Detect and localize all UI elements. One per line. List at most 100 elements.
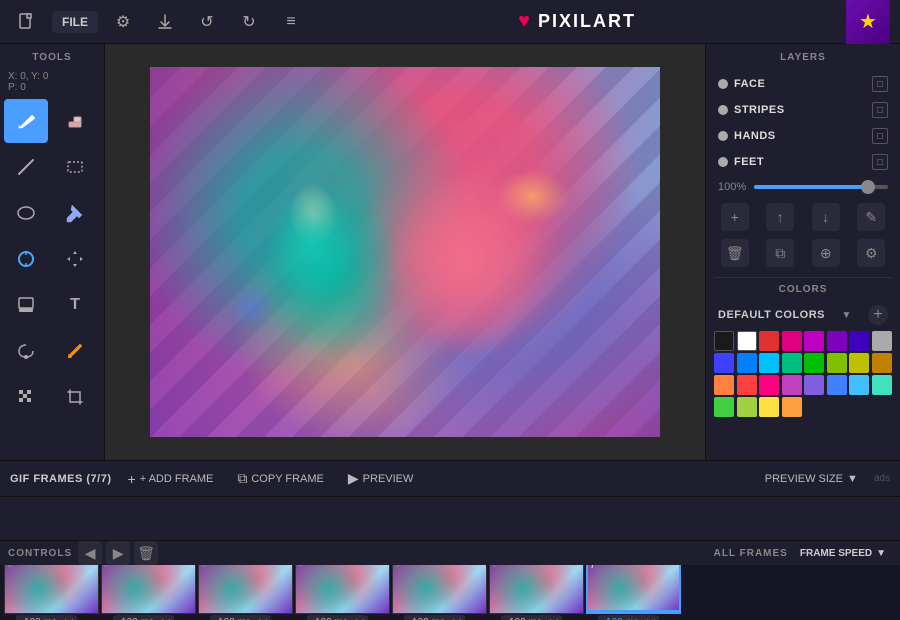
stamp-tool[interactable] bbox=[4, 283, 48, 327]
frame-thumb-6[interactable]: 6 100 ms ▼ bbox=[489, 565, 584, 620]
rect-select-tool[interactable] bbox=[53, 145, 97, 189]
pencil-tool[interactable] bbox=[4, 99, 48, 143]
swatch-teal[interactable] bbox=[782, 353, 802, 373]
frame-thumb-7[interactable]: 7 100 ms ▼ bbox=[586, 565, 681, 620]
colors-title: COLORS bbox=[714, 284, 892, 295]
ellipse-tool[interactable] bbox=[4, 191, 48, 235]
opacity-slider[interactable] bbox=[754, 185, 888, 189]
layer-merge-btn[interactable]: ⊕ bbox=[812, 239, 840, 267]
swatch-yellow-lime[interactable] bbox=[737, 397, 757, 417]
copy-frame-button[interactable]: ⧉ COPY FRAME bbox=[229, 467, 332, 490]
prev-frame-btn[interactable]: ◀ bbox=[78, 541, 102, 565]
add-frame-button[interactable]: + + ADD FRAME bbox=[120, 468, 222, 490]
swatch-magenta[interactable] bbox=[804, 331, 824, 351]
next-frame-btn[interactable]: ▶ bbox=[106, 541, 130, 565]
colors-chevron[interactable]: ▼ bbox=[842, 310, 852, 321]
opacity-label: 100% bbox=[718, 181, 748, 193]
swatch-cyan[interactable] bbox=[759, 353, 779, 373]
frame-thumb-5[interactable]: 5 100 ms ▼ bbox=[392, 565, 487, 620]
layer-dot bbox=[718, 131, 728, 141]
layer-feet[interactable]: FEET □ bbox=[714, 149, 892, 175]
swatch-hot-pink[interactable] bbox=[759, 375, 779, 395]
swatch-black[interactable] bbox=[714, 331, 734, 351]
layer-delete-btn[interactable]: 🗑 bbox=[721, 239, 749, 267]
swatch-light-blue[interactable] bbox=[737, 353, 757, 373]
frame-speed-btn[interactable]: FRAME SPEED ▼ bbox=[794, 546, 892, 561]
swatch-yellow[interactable] bbox=[849, 353, 869, 373]
swatch-lime[interactable] bbox=[714, 397, 734, 417]
layer-settings-btn[interactable]: ⚙ bbox=[857, 239, 885, 267]
layer-visibility-face[interactable]: □ bbox=[872, 76, 888, 92]
swatch-lavender[interactable] bbox=[782, 375, 802, 395]
swatch-yellow-green[interactable] bbox=[827, 353, 847, 373]
preview-button[interactable]: ▶ PREVIEW bbox=[340, 467, 422, 490]
swatch-green[interactable] bbox=[804, 353, 824, 373]
layer-stripes[interactable]: STRIPES □ bbox=[714, 97, 892, 123]
crop-tool[interactable] bbox=[53, 375, 97, 419]
layers-title: LAYERS bbox=[714, 52, 892, 63]
preview-size-button[interactable]: PREVIEW SIZE ▼ bbox=[757, 470, 866, 488]
swatch-mint[interactable] bbox=[872, 375, 892, 395]
canvas-area[interactable] bbox=[105, 44, 705, 460]
frame-time-select-3[interactable]: 100 ms bbox=[210, 615, 271, 620]
eraser-tool[interactable] bbox=[53, 99, 97, 143]
layer-add-btn[interactable]: + bbox=[721, 203, 749, 231]
fill-tool[interactable] bbox=[53, 191, 97, 235]
layer-up-btn[interactable]: ↑ bbox=[766, 203, 794, 231]
swatch-purple[interactable] bbox=[827, 331, 847, 351]
frame-time-select-2[interactable]: 100 ms bbox=[113, 615, 174, 620]
download-icon[interactable] bbox=[148, 5, 182, 39]
delete-frame-btn[interactable]: 🗑 bbox=[134, 541, 158, 565]
frame-time-select-5[interactable]: 100 ms bbox=[404, 615, 465, 620]
brush-tool[interactable] bbox=[53, 329, 97, 373]
frame-thumb-3[interactable]: 3 100 ms ▼ bbox=[198, 565, 293, 620]
swatch-light-cyan[interactable] bbox=[849, 375, 869, 395]
swatch-peach[interactable] bbox=[782, 397, 802, 417]
layer-dot bbox=[718, 157, 728, 167]
undo-icon[interactable]: ↺ bbox=[190, 5, 224, 39]
frame-time-select-1[interactable]: 100 ms bbox=[16, 615, 77, 620]
swatch-gold[interactable] bbox=[759, 397, 779, 417]
file-button[interactable]: FILE bbox=[52, 11, 98, 33]
frame-time-select-4[interactable]: 100 ms bbox=[307, 615, 368, 620]
swatch-dark-purple[interactable] bbox=[849, 331, 869, 351]
swatch-sky[interactable] bbox=[827, 375, 847, 395]
layer-edit-btn[interactable]: ✎ bbox=[857, 203, 885, 231]
swatch-pink[interactable] bbox=[782, 331, 802, 351]
color-picker-tool[interactable] bbox=[4, 237, 48, 281]
layer-face[interactable]: FACE □ bbox=[714, 71, 892, 97]
swatch-orange[interactable] bbox=[714, 375, 734, 395]
add-color-btn[interactable]: + bbox=[868, 305, 888, 325]
line-tool[interactable] bbox=[4, 145, 48, 189]
layer-visibility-stripes[interactable]: □ bbox=[872, 102, 888, 118]
swatch-orange-brown[interactable] bbox=[872, 353, 892, 373]
layer-down-btn[interactable]: ↓ bbox=[812, 203, 840, 231]
move-tool[interactable] bbox=[53, 237, 97, 281]
layer-hands[interactable]: HANDS □ bbox=[714, 123, 892, 149]
settings-icon[interactable]: ⚙ bbox=[106, 5, 140, 39]
frame-num-6: 6 bbox=[492, 565, 497, 569]
layer-visibility-feet[interactable]: □ bbox=[872, 154, 888, 170]
canvas[interactable] bbox=[150, 67, 660, 437]
frame-time-select-7[interactable]: 100 ms bbox=[598, 615, 659, 620]
layer-visibility-hands[interactable]: □ bbox=[872, 128, 888, 144]
frame-thumb-4[interactable]: 4 100 ms ▼ bbox=[295, 565, 390, 620]
layer-copy-btn[interactable]: ⧉ bbox=[766, 239, 794, 267]
swatch-blue[interactable] bbox=[714, 353, 734, 373]
frame-thumb-2[interactable]: 2 100 ms ▼ bbox=[101, 565, 196, 620]
swatch-light-red[interactable] bbox=[737, 375, 757, 395]
frame-time-select-6[interactable]: 100 ms bbox=[501, 615, 562, 620]
frame-thumb-1[interactable]: 1 100 ms ▼ bbox=[4, 565, 99, 620]
text-tool[interactable]: T bbox=[53, 283, 97, 327]
star-button[interactable]: ★ bbox=[846, 0, 890, 44]
swatch-gray[interactable] bbox=[872, 331, 892, 351]
lasso-tool[interactable] bbox=[4, 329, 48, 373]
opacity-knob[interactable] bbox=[861, 180, 875, 194]
menu-icon[interactable]: ≡ bbox=[274, 5, 308, 39]
redo-icon[interactable]: ↻ bbox=[232, 5, 266, 39]
frames-strip: 1 100 ms ▼ 2 100 ms ▼ 3 100 ms ▼ bbox=[0, 565, 900, 620]
dither-tool[interactable] bbox=[4, 375, 48, 419]
swatch-white[interactable] bbox=[737, 331, 757, 351]
swatch-periwinkle[interactable] bbox=[804, 375, 824, 395]
swatch-red[interactable] bbox=[759, 331, 779, 351]
